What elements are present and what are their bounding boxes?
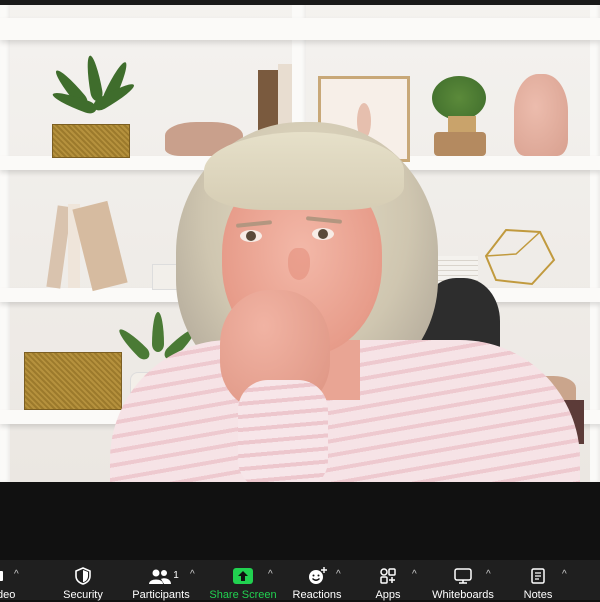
notes-icon <box>530 567 546 585</box>
video-options-caret[interactable]: ^ <box>14 569 19 580</box>
meeting-toolbar: ideo ^ Security 1 Participants ^ Share S… <box>0 560 600 601</box>
video-button[interactable]: ideo <box>0 560 20 601</box>
apps-button[interactable]: Apps <box>370 560 406 601</box>
video-camera-icon <box>0 567 6 585</box>
gold-storage-box <box>24 352 122 410</box>
whiteboards-options-caret[interactable]: ^ <box>486 569 491 580</box>
reactions-button[interactable]: Reactions <box>290 560 344 601</box>
notes-options-caret[interactable]: ^ <box>562 569 567 580</box>
shield-icon <box>74 567 92 585</box>
notes-button[interactable]: Notes <box>518 560 558 601</box>
share-screen-options-caret[interactable]: ^ <box>268 569 273 580</box>
pink-vase <box>514 74 568 156</box>
whiteboards-button[interactable]: Whiteboards <box>430 560 496 601</box>
reactions-options-caret[interactable]: ^ <box>336 569 341 580</box>
apps-icon <box>379 567 397 585</box>
shelf-top <box>0 18 600 40</box>
participants-count: 1 <box>173 569 179 581</box>
participants-button[interactable]: 1 Participants <box>128 560 194 601</box>
whiteboard-icon <box>454 567 472 585</box>
reactions-icon <box>308 567 328 585</box>
top-edge <box>0 0 600 5</box>
share-screen-icon <box>233 567 253 585</box>
gold-planter <box>52 124 130 158</box>
share-screen-button[interactable]: Share Screen <box>208 560 278 601</box>
security-button[interactable]: Security <box>58 560 108 601</box>
video-feed <box>0 0 600 482</box>
participants-icon <box>148 567 172 585</box>
apps-options-caret[interactable]: ^ <box>412 569 417 580</box>
participants-options-caret[interactable]: ^ <box>190 569 195 580</box>
